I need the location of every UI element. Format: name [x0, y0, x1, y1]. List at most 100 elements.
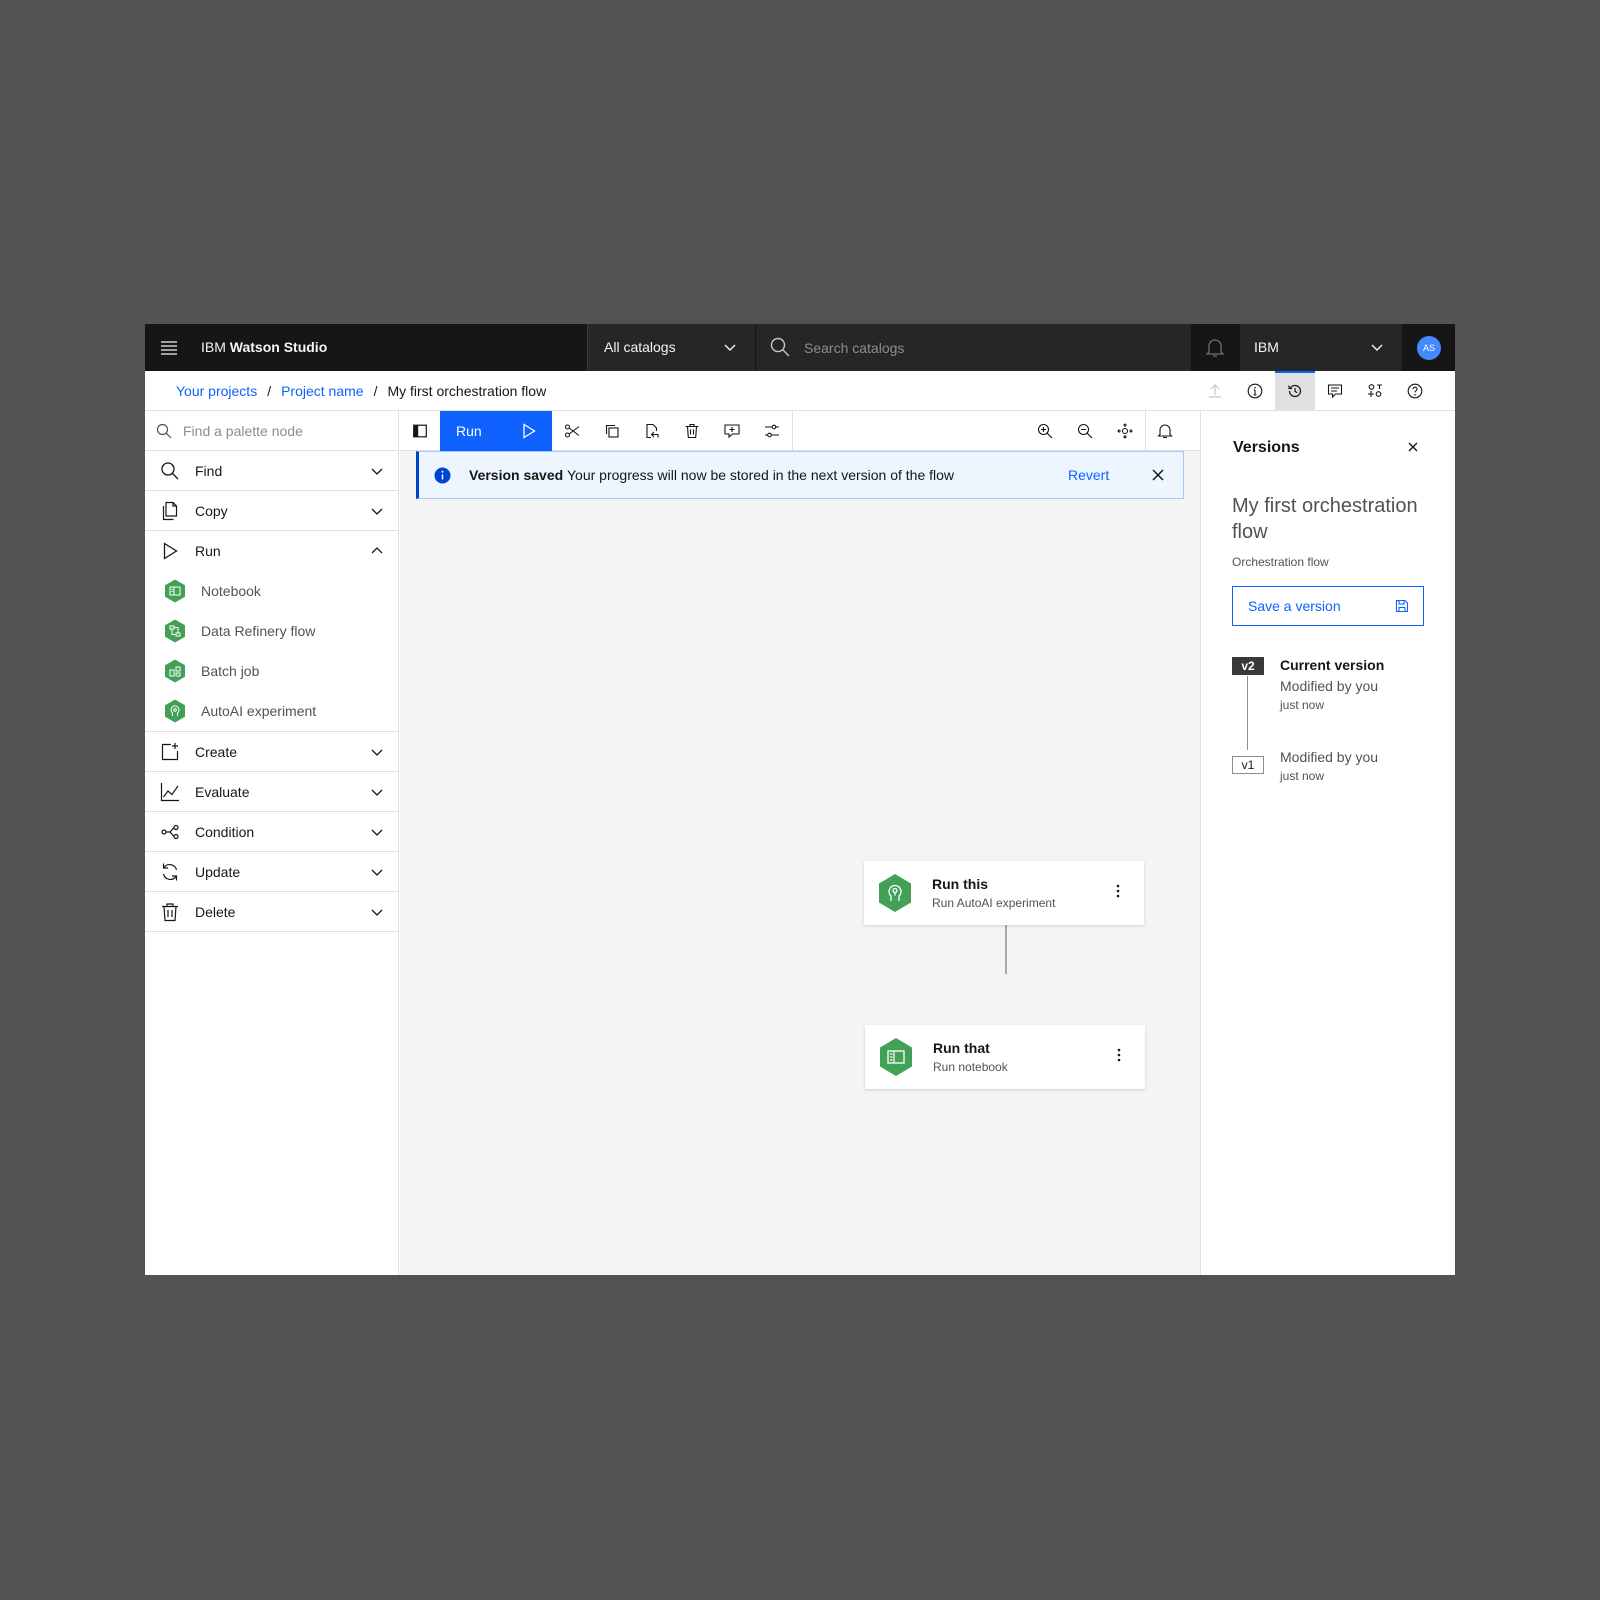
- batch-job-icon: [165, 659, 185, 683]
- autoai-icon: [165, 699, 185, 723]
- group-icon: [1368, 384, 1382, 397]
- top-header: IBM Watson Studio All catalogs IBM AS: [145, 324, 1455, 371]
- app-window: IBM Watson Studio All catalogs IBM AS Yo…: [145, 324, 1455, 1275]
- palette-node-data-refinery-flow[interactable]: Data Refinery flow: [145, 611, 398, 651]
- line-chart-icon: [160, 783, 179, 802]
- palette-category-label: Copy: [195, 503, 228, 519]
- comments-button[interactable]: [1315, 371, 1355, 411]
- notification-title: Version saved: [469, 467, 564, 483]
- palette-node-batch-job[interactable]: Batch job: [145, 651, 398, 691]
- collaborators-button[interactable]: [1355, 371, 1395, 411]
- palette-category-label: Run: [195, 543, 221, 559]
- chevron-down-icon: [371, 869, 383, 876]
- user-avatar-button[interactable]: AS: [1403, 324, 1455, 371]
- palette-node-label: AutoAI experiment: [201, 703, 317, 719]
- run-button[interactable]: Run: [440, 411, 552, 451]
- account-switcher[interactable]: IBM: [1240, 324, 1402, 371]
- breadcrumb-project-name[interactable]: Project name: [281, 383, 363, 399]
- flow-canvas[interactable]: Run Version saved Your progress will now…: [400, 411, 1200, 1275]
- paste-button[interactable]: [632, 411, 672, 451]
- add-comment-button[interactable]: [712, 411, 752, 451]
- flow-node-run-this[interactable]: Run this Run AutoAI experiment: [864, 861, 1144, 925]
- breadcrumb-separator: /: [267, 383, 272, 399]
- palette-category-create[interactable]: Create: [145, 732, 398, 772]
- breadcrumb: Your projects / Project name / My first …: [176, 371, 546, 411]
- upload-icon: [1209, 384, 1221, 398]
- version-tag-v1[interactable]: v1: [1232, 756, 1264, 774]
- palette-category-evaluate[interactable]: Evaluate: [145, 772, 398, 812]
- close-icon[interactable]: [1407, 441, 1419, 453]
- breadcrumb-bar: Your projects / Project name / My first …: [145, 371, 1455, 411]
- chevron-down-icon: [371, 508, 383, 515]
- flow-name: My first orchestration flow: [1232, 495, 1418, 543]
- settings-adjust-icon: [765, 424, 779, 438]
- flow-branch-icon: [161, 824, 179, 840]
- cut-button[interactable]: [552, 411, 592, 451]
- notebook-icon: [165, 579, 185, 603]
- zoom-out-icon: [1077, 423, 1093, 439]
- palette-category-update[interactable]: Update: [145, 852, 398, 892]
- copy-icon: [162, 501, 178, 521]
- node-subtitle: Run notebook: [933, 1060, 1008, 1074]
- help-button[interactable]: [1395, 371, 1435, 411]
- hamburger-menu-button[interactable]: [145, 324, 192, 371]
- save-version-label: Save a version: [1248, 598, 1341, 614]
- catalog-search: [755, 324, 1191, 371]
- palette-node-label: Batch job: [201, 663, 260, 679]
- catalog-select[interactable]: All catalogs: [587, 324, 755, 371]
- zoom-out-button[interactable]: [1065, 411, 1105, 451]
- menu-icon: [160, 340, 177, 355]
- notebook-icon: [880, 1038, 912, 1076]
- copy-button[interactable]: [592, 411, 632, 451]
- search-input[interactable]: [804, 324, 1174, 371]
- palette-node-notebook[interactable]: Notebook: [145, 571, 398, 611]
- close-icon[interactable]: [1150, 467, 1166, 483]
- palette-category-condition[interactable]: Condition: [145, 812, 398, 852]
- version-timestamp: just now: [1280, 769, 1325, 783]
- version-history-button[interactable]: [1275, 371, 1315, 411]
- breadcrumb-your-projects[interactable]: Your projects: [176, 383, 257, 399]
- version-tag-current[interactable]: v2: [1232, 657, 1264, 675]
- add-comment-icon: [724, 424, 740, 439]
- version-entry-current[interactable]: Current version Modified by you just now: [1280, 657, 1384, 712]
- zoom-in-button[interactable]: [1025, 411, 1065, 451]
- palette-category-label: Condition: [195, 824, 255, 840]
- notifications-button[interactable]: [1191, 324, 1239, 371]
- palette-category-copy[interactable]: Copy: [145, 491, 398, 531]
- scissors-icon: [564, 424, 580, 438]
- play-icon: [523, 423, 536, 439]
- version-timestamp: just now: [1280, 698, 1325, 712]
- palette-search-input[interactable]: [183, 411, 383, 451]
- version-entry-v1[interactable]: Modified by you just now: [1280, 749, 1378, 783]
- toggle-palette-button[interactable]: [400, 411, 440, 451]
- palette-node-autoai-experiment[interactable]: AutoAI experiment: [145, 691, 398, 731]
- chevron-down-icon: [371, 909, 383, 916]
- settings-button[interactable]: [752, 411, 792, 451]
- autoai-icon: [879, 874, 911, 912]
- paste-icon: [646, 423, 659, 439]
- notification-message: Your progress will now be stored in the …: [567, 467, 955, 483]
- save-version-button[interactable]: Save a version: [1232, 586, 1424, 626]
- palette-category-run[interactable]: Run: [145, 531, 398, 571]
- revert-button[interactable]: Revert: [1068, 452, 1109, 498]
- overflow-menu-icon[interactable]: [1117, 1047, 1121, 1063]
- palette-category-find[interactable]: Find: [145, 451, 398, 491]
- delete-button[interactable]: [672, 411, 712, 451]
- fit-to-screen-button[interactable]: [1105, 411, 1145, 451]
- palette-category-label: Update: [195, 864, 241, 880]
- info-button[interactable]: [1235, 371, 1275, 411]
- trash-icon: [162, 903, 178, 922]
- product-name[interactable]: IBM Watson Studio: [201, 324, 327, 371]
- overflow-menu-icon[interactable]: [1116, 883, 1120, 899]
- upload-button[interactable]: [1195, 371, 1235, 411]
- breadcrumb-current: My first orchestration flow: [387, 383, 547, 399]
- brand-prefix: IBM: [201, 339, 226, 355]
- flow-type: Orchestration flow: [1232, 555, 1329, 569]
- info-icon: [1247, 383, 1263, 399]
- palette-category-delete[interactable]: Delete: [145, 892, 398, 932]
- palette-category-label: Create: [195, 744, 238, 760]
- canvas-notifications-button[interactable]: [1145, 411, 1185, 451]
- panel-title: Versions: [1233, 439, 1300, 456]
- flow-node-run-that[interactable]: Run that Run notebook: [865, 1025, 1145, 1089]
- search-icon: [161, 462, 179, 480]
